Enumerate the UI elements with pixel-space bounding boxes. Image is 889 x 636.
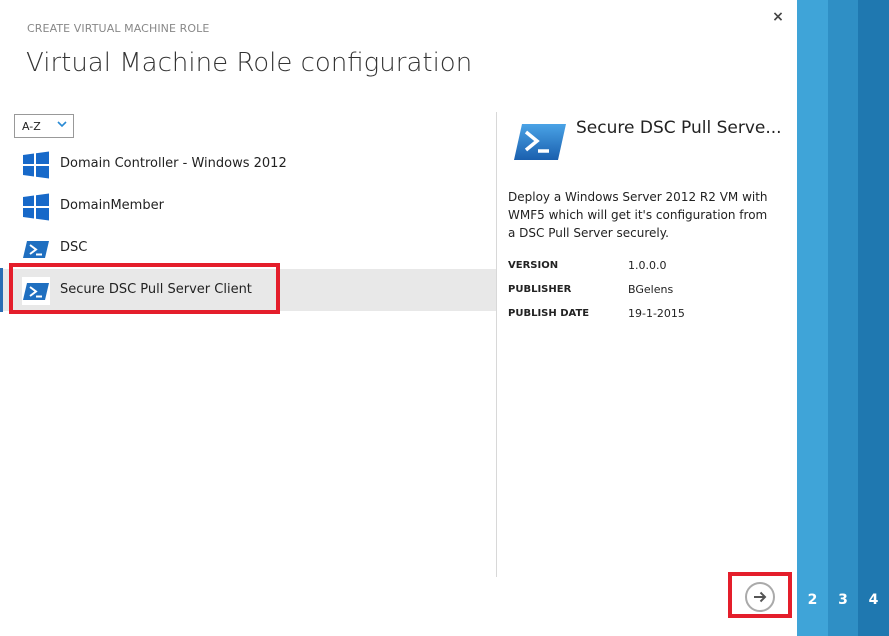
arrow-right-icon [754, 591, 767, 603]
meta-value-publisher: BGelens [628, 283, 674, 296]
selection-indicator [0, 268, 3, 312]
list-item-label: DomainMember [60, 198, 164, 213]
highlight-box [9, 263, 280, 314]
chevron-down-icon [57, 119, 67, 129]
meta-value-version: 1.0.0.0 [628, 259, 667, 272]
step-number: 4 [868, 592, 879, 608]
detail-title: Secure DSC Pull Serve... [576, 118, 782, 138]
close-icon[interactable]: × [769, 8, 787, 26]
windows-logo-icon [22, 193, 50, 221]
powershell-icon [22, 235, 50, 263]
meta-key-publish-date: PUBLISH DATE [508, 308, 590, 319]
dialog: CREATE VIRTUAL MACHINE ROLE Virtual Mach… [0, 0, 797, 636]
list-item-label: Domain Controller - Windows 2012 [60, 156, 287, 171]
step-number: 3 [838, 592, 848, 608]
panel-divider [496, 112, 497, 577]
step-number: 2 [807, 592, 818, 608]
wizard-step-3[interactable]: 3 [828, 0, 858, 636]
list-item-label: DSC [60, 240, 88, 255]
wizard-step-4[interactable]: 4 [858, 0, 889, 636]
sort-dropdown[interactable]: A-Z [14, 114, 74, 138]
meta-key-publisher: PUBLISHER [508, 284, 572, 295]
detail-description: Deploy a Windows Server 2012 R2 VM with … [508, 190, 768, 240]
dialog-kicker: CREATE VIRTUAL MACHINE ROLE [27, 22, 210, 35]
next-button[interactable] [745, 582, 775, 612]
wizard-step-2[interactable]: 2 [797, 0, 828, 636]
sort-selected-value: A-Z [22, 120, 41, 133]
list-item[interactable]: Domain Controller - Windows 2012 [0, 143, 497, 185]
meta-value-publish-date: 19-1-2015 [628, 307, 685, 320]
windows-logo-icon [22, 151, 50, 179]
wizard-steps: 2 3 4 [797, 0, 889, 636]
powershell-icon [512, 120, 568, 164]
page-title: Virtual Machine Role configuration [26, 48, 473, 78]
meta-key-version: VERSION [508, 260, 559, 271]
list-item[interactable]: DomainMember [0, 185, 497, 227]
